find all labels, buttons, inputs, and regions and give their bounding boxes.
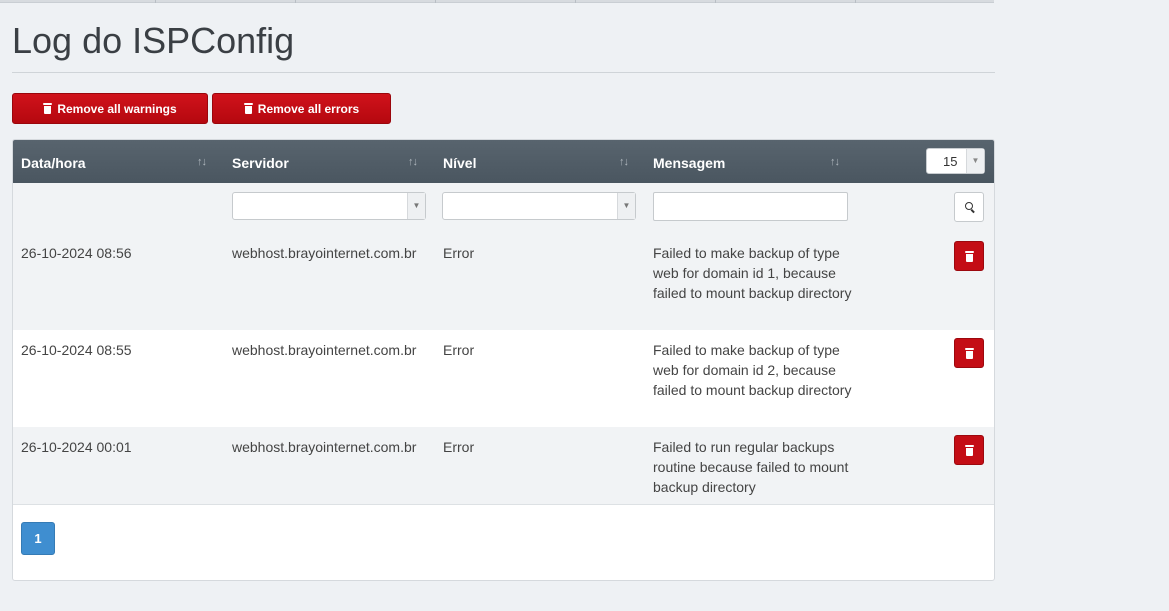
cell-message: Failed to make backup of type web for do… <box>653 245 852 301</box>
cell-message: Failed to make backup of type web for do… <box>653 342 852 398</box>
delete-row-button[interactable] <box>954 338 984 368</box>
column-header-server[interactable]: Servidor <box>232 155 289 171</box>
tab-divider <box>295 0 296 3</box>
trash-icon <box>43 103 53 114</box>
search-button[interactable] <box>954 192 984 222</box>
trash-icon <box>964 250 974 262</box>
per-page-value: 15 <box>943 154 958 169</box>
chevron-down-icon: ▼ <box>617 193 635 219</box>
message-filter-input[interactable] <box>653 192 848 221</box>
cell-message: Failed to run regular backups routine be… <box>653 439 849 495</box>
cell-datetime: 26-10-2024 08:56 <box>21 245 132 261</box>
table-row: 26-10-2024 08:56 webhost.brayointernet.c… <box>13 233 994 331</box>
table-header: Data/hora ↑↓ Servidor ↑↓ Nível ↑↓ Mensag… <box>13 140 994 183</box>
remove-all-warnings-label: Remove all warnings <box>57 101 177 116</box>
cell-server: webhost.brayointernet.com.br <box>232 439 417 455</box>
pagination-page-1[interactable]: 1 <box>21 522 55 555</box>
cell-level: Error <box>443 439 475 455</box>
search-icon <box>965 202 973 210</box>
column-header-level[interactable]: Nível <box>443 155 476 171</box>
trash-icon <box>964 347 974 359</box>
sort-icon[interactable]: ↑↓ <box>619 156 629 168</box>
remove-all-errors-button[interactable]: Remove all errors <box>212 93 391 124</box>
title-divider <box>12 72 995 73</box>
cell-level: Error <box>443 342 475 358</box>
column-header-datetime[interactable]: Data/hora <box>21 155 86 171</box>
level-filter-select[interactable]: ▼ <box>442 192 636 220</box>
cell-server: webhost.brayointernet.com.br <box>232 342 417 358</box>
sort-icon[interactable]: ↑↓ <box>830 156 840 168</box>
top-tab-strip <box>0 0 994 3</box>
tab-divider <box>435 0 436 3</box>
tab-divider <box>715 0 716 3</box>
chevron-down-icon: ▼ <box>407 193 425 219</box>
remove-all-errors-label: Remove all errors <box>257 101 360 116</box>
table-row: 26-10-2024 08:55 webhost.brayointernet.c… <box>13 330 994 428</box>
sort-icon[interactable]: ↑↓ <box>408 156 418 168</box>
delete-row-button[interactable] <box>954 241 984 271</box>
tab-divider <box>575 0 576 3</box>
delete-row-button[interactable] <box>954 435 984 465</box>
trash-icon <box>243 103 253 114</box>
tab-divider <box>855 0 856 3</box>
cell-level: Error <box>443 245 475 261</box>
cell-datetime: 26-10-2024 08:55 <box>21 342 132 358</box>
chevron-down-icon: ▼ <box>966 149 984 173</box>
filter-row: ▼ ▼ <box>13 183 994 234</box>
remove-all-warnings-button[interactable]: Remove all warnings <box>12 93 208 124</box>
page-title: Log do ISPConfig <box>12 20 295 61</box>
cell-datetime: 26-10-2024 00:01 <box>21 439 132 455</box>
per-page-select[interactable]: 15 ▼ <box>926 148 985 174</box>
server-filter-select[interactable]: ▼ <box>232 192 426 220</box>
sort-icon[interactable]: ↑↓ <box>197 156 207 168</box>
column-header-message[interactable]: Mensagem <box>653 155 725 171</box>
table-row: 26-10-2024 00:01 webhost.brayointernet.c… <box>13 427 994 505</box>
tab-divider <box>155 0 156 3</box>
trash-icon <box>964 444 974 456</box>
log-table-panel: Data/hora ↑↓ Servidor ↑↓ Nível ↑↓ Mensag… <box>12 139 995 581</box>
cell-server: webhost.brayointernet.com.br <box>232 245 417 261</box>
